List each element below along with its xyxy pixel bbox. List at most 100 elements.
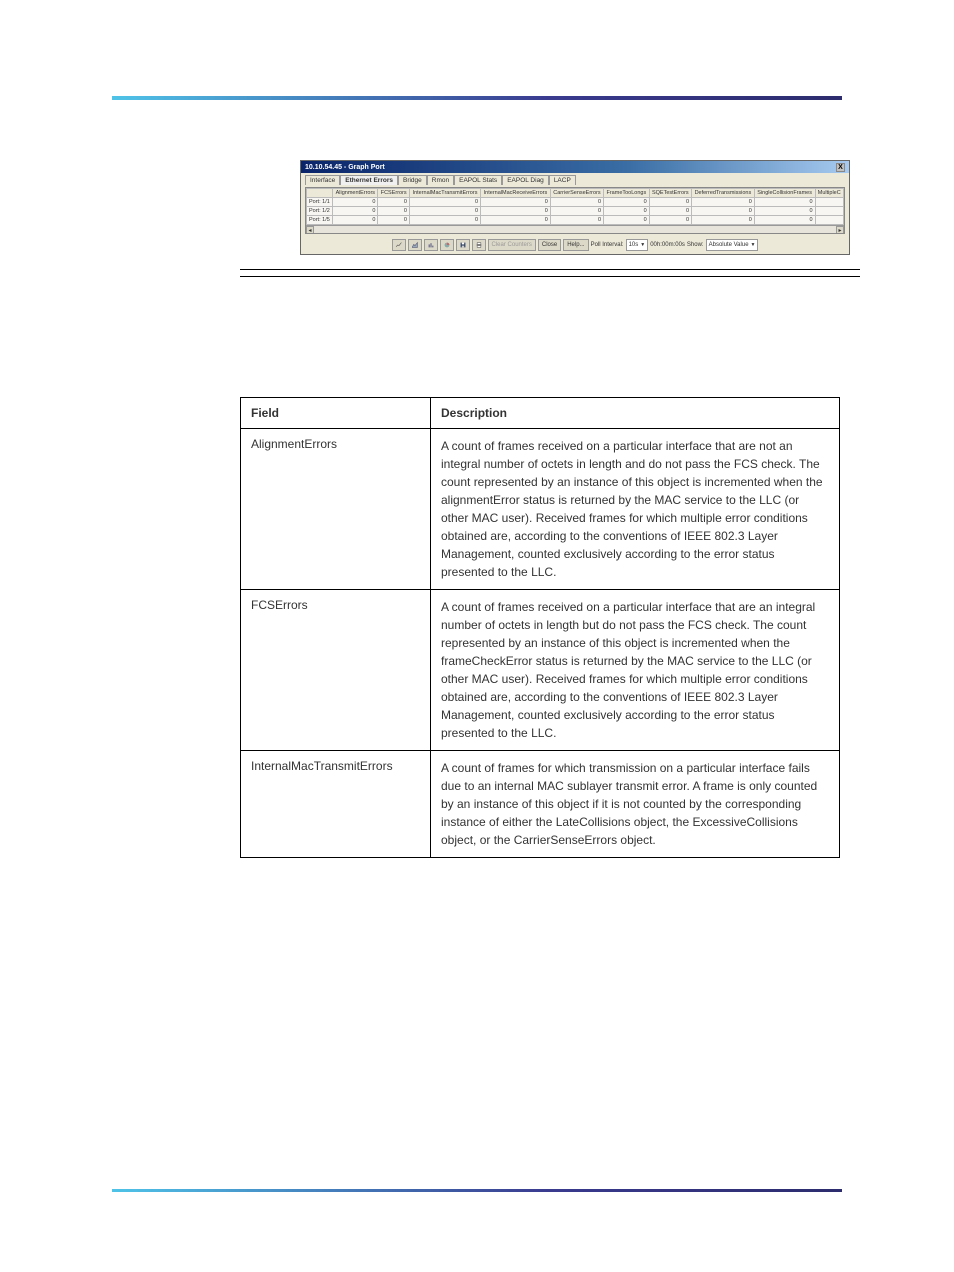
cell-value: 0 (333, 207, 378, 216)
window-title: 10.10.54.45 - Graph Port (305, 164, 385, 171)
cell-value: 0 (481, 198, 551, 207)
cell-value: 0 (409, 216, 480, 225)
description-text: A count of frames for which transmission… (441, 759, 829, 849)
tab-eapol-stats[interactable]: EAPOL Stats (454, 175, 502, 185)
cell-value: 0 (333, 216, 378, 225)
tab-interface[interactable]: Interface (305, 175, 340, 185)
stats-table: AlignmentErrors FCSErrors InternalMacTra… (306, 188, 844, 225)
col-cse: CarrierSenseErrors (550, 189, 603, 198)
cell-value: 0 (604, 198, 650, 207)
field-description: A count of frames received on a particul… (431, 590, 840, 751)
scroll-right-icon[interactable]: ▸ (836, 226, 844, 234)
field-name: AlignmentErrors (241, 429, 431, 590)
table-row[interactable]: Port: 1/2 0 0 0 0 0 0 0 0 0 (307, 207, 844, 216)
stats-grid: AlignmentErrors FCSErrors InternalMacTra… (305, 187, 845, 234)
cell-value: 0 (378, 198, 410, 207)
cell-value: 0 (604, 207, 650, 216)
pie-chart-icon[interactable] (440, 239, 454, 251)
page-top-accent (112, 96, 842, 100)
poll-interval-value: 10s (629, 242, 639, 248)
cell-value (815, 216, 844, 225)
line-chart-icon[interactable] (392, 239, 406, 251)
elapsed-time: 00h:00m:00s (650, 242, 685, 248)
table-row: AlignmentErrors A count of frames receiv… (241, 429, 840, 590)
field-name: FCSErrors (241, 590, 431, 751)
field-name: InternalMacTransmitErrors (241, 751, 431, 858)
cell-value: 0 (692, 198, 755, 207)
cell-value: 0 (649, 216, 691, 225)
header-field: Field (241, 398, 431, 429)
cell-value: 0 (550, 216, 603, 225)
cell-value: 0 (333, 198, 378, 207)
cell-value: 0 (649, 207, 691, 216)
titlebar: 10.10.54.45 - Graph Port X (301, 161, 849, 173)
cell-value: 0 (481, 207, 551, 216)
cell-value: 0 (409, 207, 480, 216)
cell-value: 0 (754, 207, 815, 216)
col-imt: InternalMacTransmitErrors (409, 189, 480, 198)
tab-lacp[interactable]: LACP (549, 175, 576, 185)
col-alignment: AlignmentErrors (333, 189, 378, 198)
bottom-toolbar: Clear Counters Close Help... Poll Interv… (301, 236, 849, 254)
tab-ethernet-errors[interactable]: Ethernet Errors (340, 175, 398, 185)
bar-chart-icon[interactable] (424, 239, 438, 251)
field-description: A count of frames received on a particul… (431, 429, 840, 590)
table-row[interactable]: Port: 1/1 0 0 0 0 0 0 0 0 0 (307, 198, 844, 207)
show-select[interactable]: Absolute Value ▼ (706, 239, 759, 251)
description-text: A count of frames received on a particul… (441, 598, 829, 742)
row-label: Port: 1/5 (307, 216, 333, 225)
field-description-table: Field Description AlignmentErrors A coun… (240, 397, 840, 858)
tab-eapol-diag[interactable]: EAPOL Diag (502, 175, 549, 185)
scroll-left-icon[interactable]: ◂ (306, 226, 314, 234)
col-blank (307, 189, 333, 198)
cell-value (815, 198, 844, 207)
help-button[interactable]: Help... (563, 239, 588, 251)
cell-value: 0 (481, 216, 551, 225)
table-row[interactable]: Port: 1/5 0 0 0 0 0 0 0 0 0 (307, 216, 844, 225)
cell-value (815, 207, 844, 216)
save-icon[interactable] (456, 239, 470, 251)
poll-interval-select[interactable]: 10s ▼ (626, 239, 649, 251)
clear-counters-button[interactable]: Clear Counters (488, 239, 536, 251)
close-icon[interactable]: X (836, 163, 845, 172)
col-scf: SingleCollisionFrames (754, 189, 815, 198)
area-chart-icon[interactable] (408, 239, 422, 251)
figure-caption-rule-bottom (240, 276, 860, 277)
cell-value: 0 (378, 216, 410, 225)
chevron-down-icon: ▼ (751, 242, 756, 248)
show-value: Absolute Value (709, 242, 749, 248)
table-row: FCSErrors A count of frames received on … (241, 590, 840, 751)
cell-value: 0 (550, 198, 603, 207)
page-content: 10.10.54.45 - Graph Port X Interface Eth… (240, 140, 860, 858)
cell-value: 0 (754, 198, 815, 207)
figure-caption-rule-top (240, 269, 860, 270)
tab-rmon[interactable]: Rmon (427, 175, 454, 185)
tab-strip: Interface Ethernet Errors Bridge Rmon EA… (301, 173, 849, 185)
header-description: Description (431, 398, 840, 429)
col-sqe: SQETestErrors (649, 189, 691, 198)
cell-value: 0 (692, 207, 755, 216)
cell-value: 0 (550, 207, 603, 216)
field-description: A count of frames for which transmission… (431, 751, 840, 858)
horizontal-scrollbar[interactable]: ◂ ▸ (306, 225, 844, 233)
print-icon[interactable] (472, 239, 486, 251)
table-header-row: Field Description (241, 398, 840, 429)
table-row: InternalMacTransmitErrors A count of fra… (241, 751, 840, 858)
cell-value: 0 (692, 216, 755, 225)
col-ftl: FrameTooLongs (604, 189, 650, 198)
poll-interval-label: Poll Interval: (591, 242, 624, 248)
page-bottom-accent (112, 1189, 842, 1192)
cell-value: 0 (378, 207, 410, 216)
table-header-row: AlignmentErrors FCSErrors InternalMacTra… (307, 189, 844, 198)
col-fcs: FCSErrors (378, 189, 410, 198)
cell-value: 0 (754, 216, 815, 225)
row-label: Port: 1/2 (307, 207, 333, 216)
description-text: A count of frames received on a particul… (441, 437, 829, 581)
col-imr: InternalMacReceiveErrors (481, 189, 551, 198)
cell-value: 0 (409, 198, 480, 207)
tab-bridge[interactable]: Bridge (398, 175, 427, 185)
cell-value: 0 (649, 198, 691, 207)
show-label: Show: (687, 242, 704, 248)
graph-port-window: 10.10.54.45 - Graph Port X Interface Eth… (300, 160, 850, 255)
close-button[interactable]: Close (538, 239, 561, 251)
